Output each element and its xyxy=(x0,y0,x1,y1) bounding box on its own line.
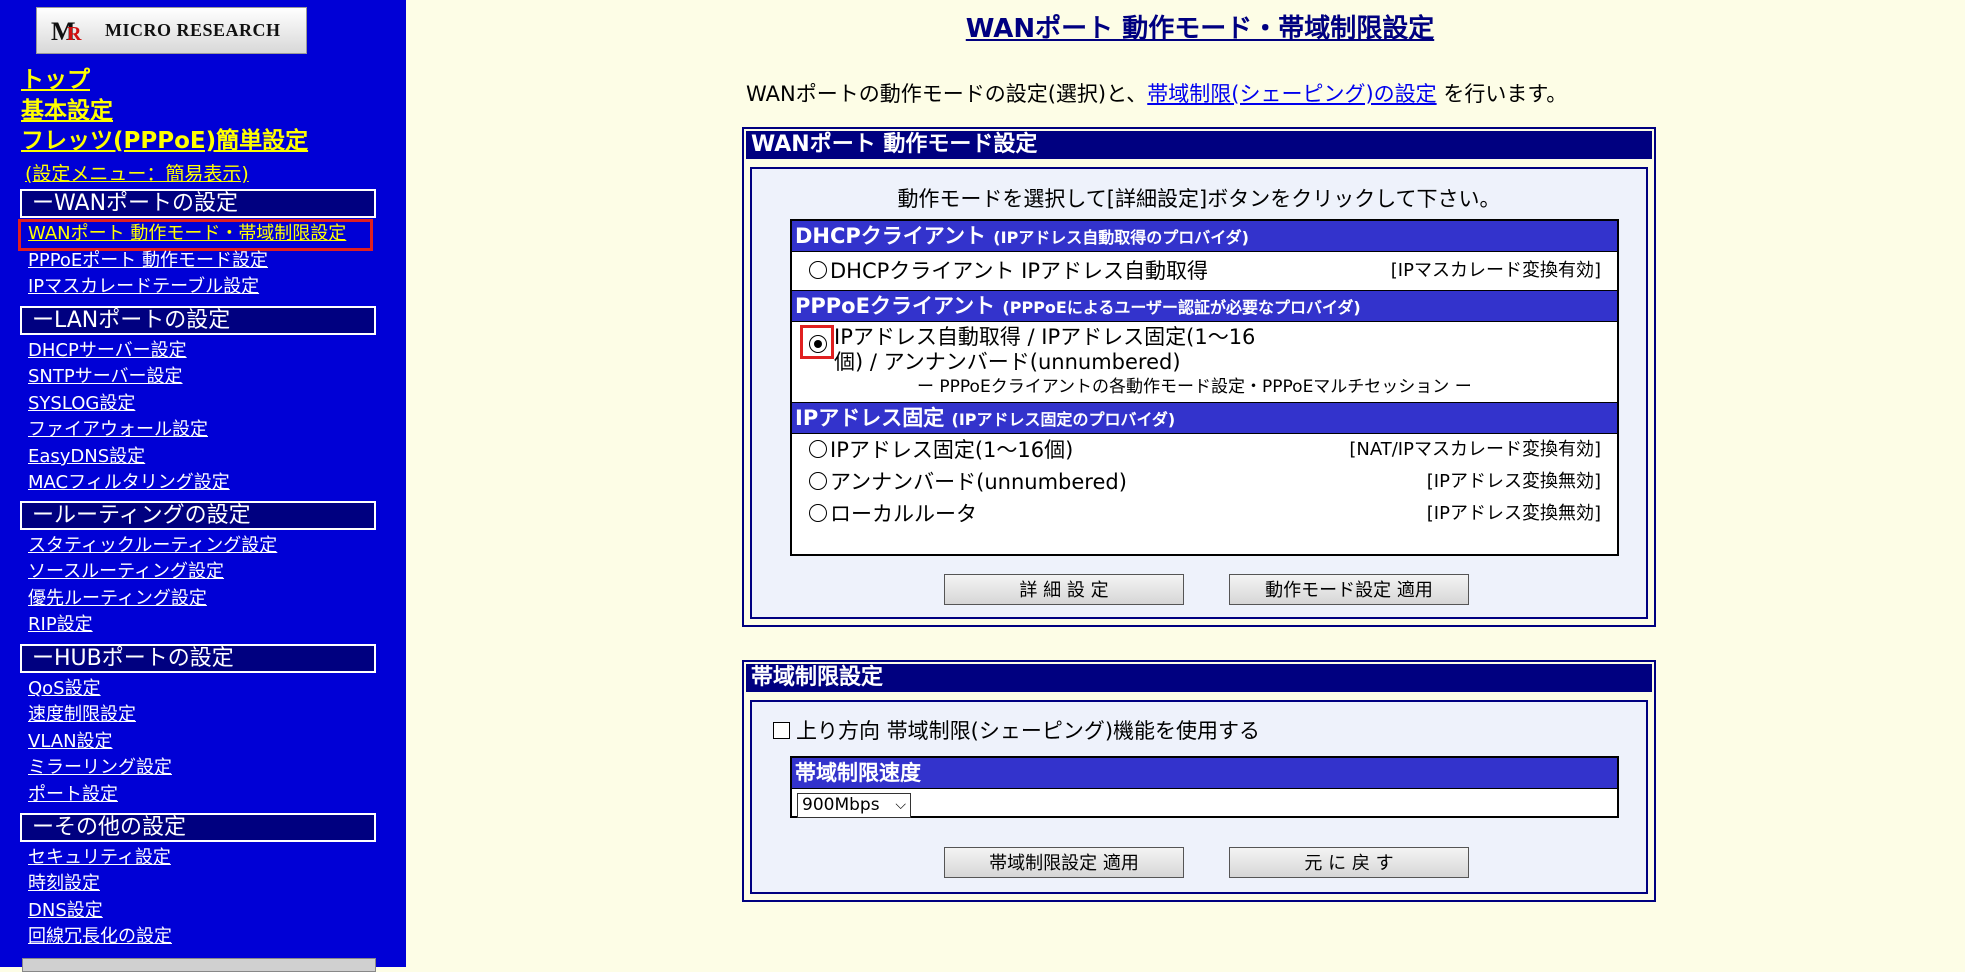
option-local-router-label: ローカルルータ xyxy=(830,502,977,526)
radio-unnumbered[interactable] xyxy=(809,472,827,490)
category-pppoe-label: PPPoEクライアント xyxy=(795,294,996,318)
speed-select-value: 900Mbps xyxy=(802,795,880,815)
sidebar-item-speed-limit[interactable]: 速度制限設定 xyxy=(28,704,136,726)
section-header-lan: ーLANポートの設定 xyxy=(20,306,376,335)
radio-dhcp[interactable] xyxy=(809,261,827,279)
page-title: WANポート 動作モード・帯域制限設定 xyxy=(965,14,1435,44)
sidebar-item-pppoe-port-mode[interactable]: PPPoEポート 動作モード設定 xyxy=(28,250,268,272)
chevron-down-icon: ⌵ xyxy=(895,797,906,813)
menu-display-toggle[interactable]: (設定メニュー：簡易表示) xyxy=(25,159,249,186)
micro-research-logo[interactable]: MR MICRO RESEARCH xyxy=(36,7,307,54)
sidebar-item-ip-masquerade-table[interactable]: IPマスカレードテーブル設定 xyxy=(28,276,259,298)
option-dhcp-note: [IPマスカレード変換有効] xyxy=(1390,260,1601,281)
sidebar-item-static-routing[interactable]: スタティックルーティング設定 xyxy=(28,535,277,557)
option-pppoe-line2: 個) / アンナンバード(unnumbered) xyxy=(834,350,1181,374)
sidebar-item-mac-filtering[interactable]: MACフィルタリング設定 xyxy=(28,472,230,494)
option-pppoe-line1: IPアドレス自動取得 / IPアドレス固定(1〜16 xyxy=(834,325,1256,349)
section-header-other: ーその他の設定 xyxy=(20,813,376,842)
option-local-router-note: [IPアドレス変換無効] xyxy=(1426,503,1601,524)
sidebar-bottom-control[interactable] xyxy=(22,958,376,972)
sidebar-item-qos[interactable]: QoS設定 xyxy=(28,678,101,700)
intro-suffix: を行います。 xyxy=(1436,82,1568,106)
sidebar-item-time[interactable]: 時刻設定 xyxy=(28,873,100,895)
sidebar-item-security[interactable]: セキュリティ設定 xyxy=(28,847,171,869)
sidebar-item-sntp-server[interactable]: SNTPサーバー設定 xyxy=(28,366,183,388)
sidebar-item-mirroring[interactable]: ミラーリング設定 xyxy=(28,757,172,779)
speed-select-row: 900Mbps ⌵ xyxy=(792,789,1617,819)
category-dhcp: DHCPクライアント (IPアドレス自動取得のプロバイダ) xyxy=(792,221,1617,252)
intro-prefix: WANポートの動作モードの設定(選択)と、 xyxy=(746,82,1148,106)
apply-mode-button[interactable]: 動作モード設定 適用 xyxy=(1229,574,1469,605)
category-pppoe: PPPoEクライアント (PPPoEによるユーザー認証が必要なプロバイダ) xyxy=(792,290,1617,322)
sidebar: MR MICRO RESEARCH トップ 基本設定 フレッツ(PPPoE)簡単… xyxy=(0,0,406,972)
detail-settings-button[interactable]: 詳 細 設 定 xyxy=(944,574,1184,605)
section-header-hub: ーHUBポートの設定 xyxy=(20,644,376,673)
sidebar-link-basic-settings[interactable]: 基本設定 xyxy=(21,91,113,125)
category-fixed-label: IPアドレス固定 xyxy=(795,406,945,430)
mode-panel-body: 動作モードを選択して[詳細設定]ボタンをクリックして下さい。 DHCPクライアン… xyxy=(750,167,1648,619)
logo-text: MICRO RESEARCH xyxy=(105,20,281,40)
sidebar-item-rip[interactable]: RIP設定 xyxy=(28,614,93,636)
sidebar-item-vlan[interactable]: VLAN設定 xyxy=(28,731,113,753)
category-dhcp-label: DHCPクライアント xyxy=(795,224,986,248)
option-fixed-ip-label: IPアドレス固定(1〜16個) xyxy=(830,438,1074,462)
option-pppoe-row[interactable]: IPアドレス自動取得 / IPアドレス固定(1〜16 個) / アンナンバード(… xyxy=(792,322,1617,402)
radio-local-router[interactable] xyxy=(809,504,827,522)
bandwidth-panel-title: 帯域制限設定 xyxy=(746,664,1652,692)
mode-panel-title: WANポート 動作モード設定 xyxy=(746,131,1652,159)
shaping-checkbox[interactable] xyxy=(773,721,790,739)
radio-fixed-ip[interactable] xyxy=(809,440,827,458)
speed-select[interactable]: 900Mbps ⌵ xyxy=(797,793,911,818)
option-local-router-row[interactable]: ローカルルータ [IPアドレス変換無効] xyxy=(792,498,1617,530)
mode-instruction: 動作モードを選択して[詳細設定]ボタンをクリックして下さい。 xyxy=(897,187,1501,211)
category-dhcp-sub: (IPアドレス自動取得のプロバイダ) xyxy=(993,228,1249,247)
option-fixed-ip-row[interactable]: IPアドレス固定(1〜16個) [NAT/IPマスカレード変換有効] xyxy=(792,434,1617,466)
category-fixed-sub: (IPアドレス固定のプロバイダ) xyxy=(951,410,1176,429)
bandwidth-settings-panel: 帯域制限設定 上り方向 帯域制限(シェーピング)機能を使用する 帯域制限速度 9… xyxy=(742,660,1656,902)
option-fixed-ip-note: [NAT/IPマスカレード変換有効] xyxy=(1349,439,1601,460)
bandwidth-speed-table: 帯域制限速度 900Mbps ⌵ xyxy=(790,756,1619,818)
sidebar-item-syslog[interactable]: SYSLOG設定 xyxy=(28,393,135,415)
option-pppoe-line3: ー PPPoEクライアントの各動作モード設定・PPPoEマルチセッション ー xyxy=(917,377,1472,397)
bandwidth-panel-body: 上り方向 帯域制限(シェーピング)機能を使用する 帯域制限速度 900Mbps … xyxy=(750,700,1648,894)
intro-text: WANポートの動作モードの設定(選択)と、帯域制限(シェーピング)の設定 を行い… xyxy=(746,78,1567,108)
sidebar-item-firewall[interactable]: ファイアウォール設定 xyxy=(28,419,208,441)
sidebar-item-dns[interactable]: DNS設定 xyxy=(28,900,103,922)
bandwidth-settings-link[interactable]: 帯域制限(シェーピング)の設定 xyxy=(1147,82,1436,106)
shaping-checkbox-label: 上り方向 帯域制限(シェーピング)機能を使用する xyxy=(796,719,1261,743)
sidebar-item-line-redundancy[interactable]: 回線冗長化の設定 xyxy=(28,926,172,948)
logo-mark-icon: MR xyxy=(51,16,82,46)
radio-pppoe[interactable] xyxy=(809,335,827,353)
mode-settings-panel: WANポート 動作モード設定 動作モードを選択して[詳細設定]ボタンをクリックし… xyxy=(742,127,1656,627)
option-dhcp-label: DHCPクライアント IPアドレス自動取得 xyxy=(830,259,1208,283)
sidebar-link-flets-easy-settings[interactable]: フレッツ(PPPoE)簡単設定 xyxy=(21,121,308,155)
reset-button[interactable]: 元 に 戻 す xyxy=(1229,847,1469,878)
section-header-routing: ールーティングの設定 xyxy=(20,501,376,530)
option-unnumbered-row[interactable]: アンナンバード(unnumbered) [IPアドレス変換無効] xyxy=(792,466,1617,498)
option-unnumbered-note: [IPアドレス変換無効] xyxy=(1426,471,1601,492)
option-dhcp-row[interactable]: DHCPクライアント IPアドレス自動取得 [IPマスカレード変換有効] xyxy=(792,252,1617,290)
speed-label-row: 帯域制限速度 xyxy=(792,758,1617,789)
sidebar-item-source-routing[interactable]: ソースルーティング設定 xyxy=(28,561,224,583)
shaping-checkbox-row[interactable]: 上り方向 帯域制限(シェーピング)機能を使用する xyxy=(773,715,1260,745)
section-header-wan: ーWANポートの設定 xyxy=(20,189,376,218)
option-unnumbered-label: アンナンバード(unnumbered) xyxy=(830,470,1127,494)
category-fixed-ip: IPアドレス固定 (IPアドレス固定のプロバイダ) xyxy=(792,402,1617,434)
active-item-highlight xyxy=(18,219,373,251)
sidebar-item-priority-routing[interactable]: 優先ルーティング設定 xyxy=(28,588,207,610)
sidebar-item-port[interactable]: ポート設定 xyxy=(28,784,118,806)
sidebar-item-easydns[interactable]: EasyDNS設定 xyxy=(28,446,145,468)
category-pppoe-sub: (PPPoEによるユーザー認証が必要なプロバイダ) xyxy=(1002,298,1361,317)
apply-bandwidth-button[interactable]: 帯域制限設定 適用 xyxy=(944,847,1184,878)
mode-options-table: DHCPクライアント (IPアドレス自動取得のプロバイダ) DHCPクライアント… xyxy=(790,219,1619,556)
sidebar-item-dhcp-server[interactable]: DHCPサーバー設定 xyxy=(28,340,187,362)
sidebar-link-top[interactable]: トップ xyxy=(21,60,90,94)
